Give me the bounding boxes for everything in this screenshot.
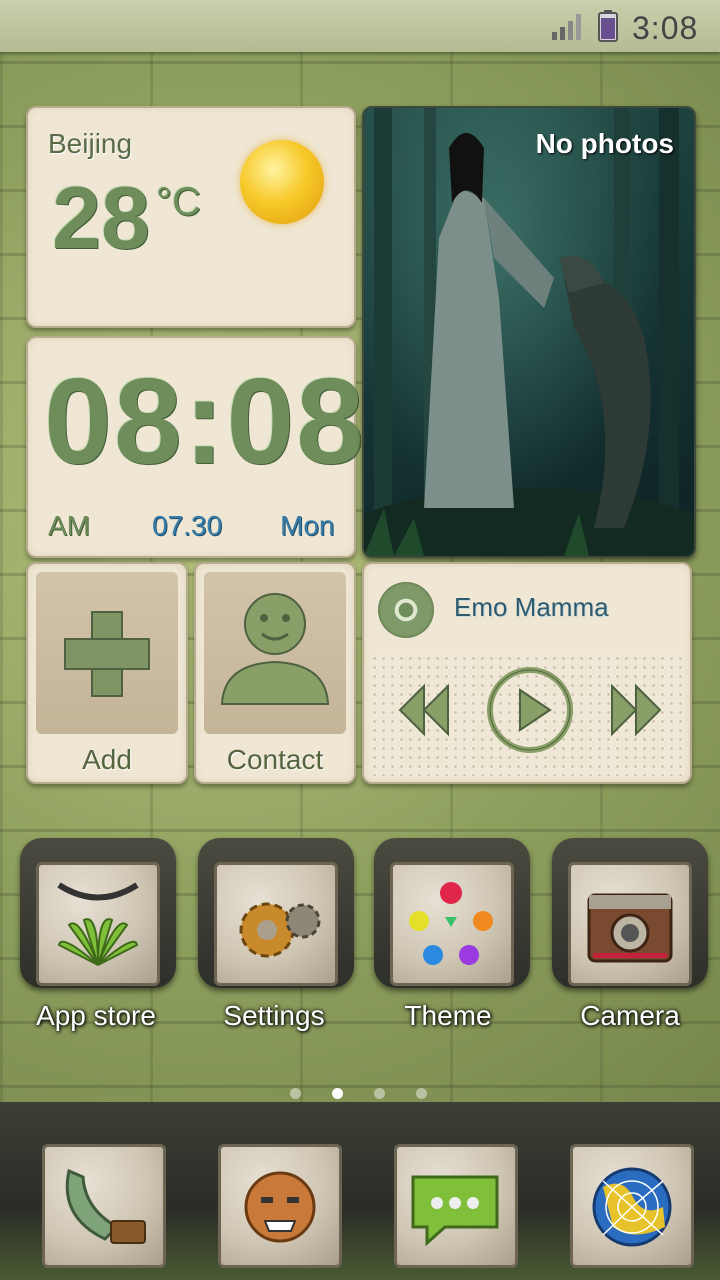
chat-dock-icon[interactable] bbox=[390, 1140, 520, 1270]
clock-time: 08:08 bbox=[44, 353, 367, 489]
settings-stone bbox=[214, 862, 338, 986]
plus-icon bbox=[64, 611, 150, 697]
clock-day: Mon bbox=[280, 510, 335, 541]
settings-label[interactable]: Settings bbox=[184, 1000, 364, 1032]
page-dot-2[interactable] bbox=[332, 1088, 343, 1099]
camera-icon bbox=[587, 893, 673, 963]
camera-app-icon[interactable] bbox=[552, 838, 708, 988]
signal-icon bbox=[552, 14, 581, 40]
person-icon bbox=[220, 593, 330, 705]
contact-tile-background bbox=[204, 572, 346, 734]
weather-temperature: 28 bbox=[52, 168, 150, 267]
photo-widget-label: No photos bbox=[535, 128, 674, 159]
add-tile-background bbox=[36, 572, 178, 734]
page-dot-4[interactable] bbox=[416, 1088, 427, 1099]
add-tile-label: Add bbox=[82, 744, 132, 775]
camera-label[interactable]: Camera bbox=[540, 1000, 720, 1032]
theme-label[interactable]: Theme bbox=[358, 1000, 538, 1032]
mask-icon bbox=[244, 1171, 316, 1243]
contact-shortcut-tile[interactable]: Contact bbox=[194, 562, 356, 784]
weather-city: Beijing bbox=[48, 128, 133, 159]
settings-icon[interactable] bbox=[198, 838, 354, 988]
app-store-icon[interactable] bbox=[20, 838, 176, 988]
play-icon[interactable] bbox=[482, 662, 578, 758]
app-store-label[interactable]: App store bbox=[6, 1000, 186, 1032]
chat-stone bbox=[394, 1144, 518, 1268]
app-store-stone bbox=[36, 862, 160, 986]
gems-icon bbox=[409, 882, 493, 965]
add-shortcut-tile[interactable]: Add bbox=[26, 562, 188, 784]
browser-stone bbox=[570, 1144, 694, 1268]
fantasy-illustration bbox=[364, 108, 694, 556]
status-time: 3:08 bbox=[632, 10, 699, 46]
weather-unit: °C bbox=[156, 180, 201, 224]
page-dot-3[interactable] bbox=[374, 1088, 385, 1099]
weather-widget[interactable]: Beijing 28 °C bbox=[26, 106, 356, 328]
phone-stone bbox=[42, 1144, 166, 1268]
clock-widget[interactable]: 08:08 AM 07.30 Mon bbox=[26, 336, 364, 558]
photo-widget[interactable]: No photos bbox=[362, 106, 696, 558]
music-controls-area bbox=[370, 654, 684, 776]
status-bar: 3:08 bbox=[0, 0, 720, 52]
chat-icon bbox=[411, 1175, 499, 1247]
sun-icon bbox=[240, 140, 324, 224]
globe-icon bbox=[592, 1167, 672, 1247]
mask-dock-icon[interactable] bbox=[214, 1140, 344, 1270]
theme-stone bbox=[390, 862, 514, 986]
contact-tile-label: Contact bbox=[226, 744, 324, 775]
theme-icon[interactable] bbox=[374, 838, 530, 988]
music-widget[interactable]: Emo Mamma bbox=[362, 562, 692, 784]
mask-stone bbox=[218, 1144, 342, 1268]
rewind-icon[interactable] bbox=[396, 680, 452, 740]
clock-date: 07.30 bbox=[152, 510, 223, 541]
phone-icon bbox=[65, 1168, 146, 1244]
gears-icon bbox=[239, 902, 321, 958]
music-track-title: Emo Mamma bbox=[454, 592, 609, 622]
disc-icon bbox=[378, 582, 434, 638]
page-dot-1[interactable] bbox=[290, 1088, 301, 1099]
camera-stone bbox=[568, 862, 692, 986]
browser-dock-icon[interactable] bbox=[566, 1140, 696, 1270]
fast-forward-icon[interactable] bbox=[608, 680, 664, 740]
battery-icon bbox=[598, 10, 618, 42]
huawei-logo-icon bbox=[57, 882, 139, 966]
clock-ampm: AM bbox=[48, 510, 90, 541]
phone-dock-icon[interactable] bbox=[38, 1140, 168, 1270]
